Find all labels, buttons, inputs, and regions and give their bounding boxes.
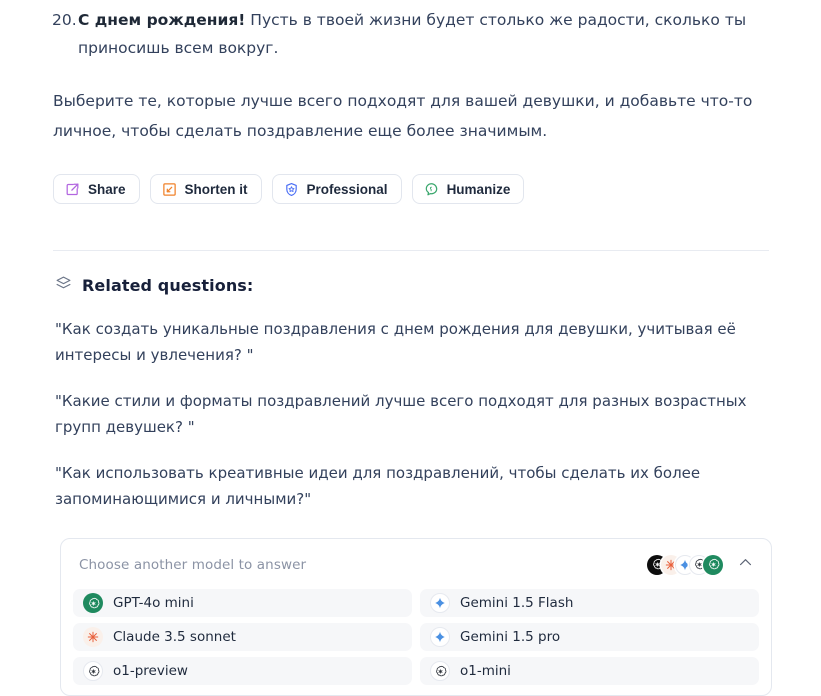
model-option-label: o1-mini xyxy=(460,663,511,679)
related-questions-header: Related questions: xyxy=(52,275,765,296)
share-icon xyxy=(65,182,80,197)
model-picker-header: Choose another model to answer xyxy=(73,552,759,577)
claude-icon xyxy=(83,627,103,647)
shorten-it-button-label: Shorten it xyxy=(184,181,248,197)
shield-star-icon xyxy=(284,182,299,197)
professional-button[interactable]: Professional xyxy=(271,174,402,204)
related-question-3[interactable]: "Как использовать креативные идеи для по… xyxy=(52,460,755,512)
shorten-it-button[interactable]: Shorten it xyxy=(149,174,262,204)
action-button-row: Share Shorten it Professional Humanize xyxy=(52,174,765,204)
model-option-claude-3-5-sonnet[interactable]: Claude 3.5 sonnet xyxy=(73,623,412,651)
layers-icon xyxy=(55,275,72,296)
humanize-button-label: Humanize xyxy=(446,181,511,197)
answer-item-number: 20. xyxy=(52,11,77,29)
professional-button-label: Professional xyxy=(306,181,388,197)
section-divider xyxy=(53,250,769,251)
answer-item-text: С днем рождения! Пусть в твоей жизни буд… xyxy=(78,6,765,62)
model-option-gpt-4o-mini[interactable]: GPT-4o mini xyxy=(73,589,412,617)
model-picker-header-right xyxy=(647,552,756,577)
model-avatar-stack xyxy=(647,554,723,575)
share-button-label: Share xyxy=(88,181,126,197)
related-questions-title: Related questions: xyxy=(82,276,254,295)
model-option-o1-mini[interactable]: o1-mini xyxy=(420,657,759,685)
gemini-icon xyxy=(430,627,450,647)
share-button[interactable]: Share xyxy=(53,174,140,204)
humanize-brain-icon xyxy=(424,182,439,197)
model-picker-card: Choose another model to answer GPT-4o mi… xyxy=(60,538,772,696)
model-option-label: GPT-4o mini xyxy=(113,595,194,611)
related-question-1[interactable]: "Как создать уникальные поздравления с д… xyxy=(52,316,755,368)
model-option-gemini-1-5-flash[interactable]: Gemini 1.5 Flash xyxy=(420,589,759,617)
model-option-gemini-1-5-pro[interactable]: Gemini 1.5 pro xyxy=(420,623,759,651)
related-question-2[interactable]: "Какие стили и форматы поздравлений лучш… xyxy=(52,388,755,440)
model-option-o1-preview[interactable]: o1-preview xyxy=(73,657,412,685)
answer-item-bold-lead: С днем рождения! xyxy=(78,11,246,29)
openai-icon xyxy=(83,661,103,681)
shorten-icon xyxy=(162,182,177,197)
model-option-label: Gemini 1.5 pro xyxy=(460,629,561,645)
humanize-button[interactable]: Humanize xyxy=(411,174,525,204)
chevron-up-icon[interactable] xyxy=(735,552,756,577)
model-option-label: Claude 3.5 sonnet xyxy=(113,629,236,645)
openai-icon xyxy=(83,593,103,613)
closing-paragraph: Выберите те, которые лучше всего подходя… xyxy=(53,92,753,140)
model-option-label: o1-preview xyxy=(113,663,188,679)
answer-list-item: 20. С днем рождения! Пусть в твоей жизни… xyxy=(52,0,765,62)
openai-green-avatar xyxy=(703,554,723,575)
gemini-icon xyxy=(430,593,450,613)
openai-icon xyxy=(430,661,450,681)
model-picker-title: Choose another model to answer xyxy=(79,556,307,573)
model-option-label: Gemini 1.5 Flash xyxy=(460,595,574,611)
model-option-grid: GPT-4o mini Gemini 1.5 Flash Claude 3.5 … xyxy=(73,589,759,685)
answer-page: 20. С днем рождения! Пусть в твоей жизни… xyxy=(0,0,821,696)
